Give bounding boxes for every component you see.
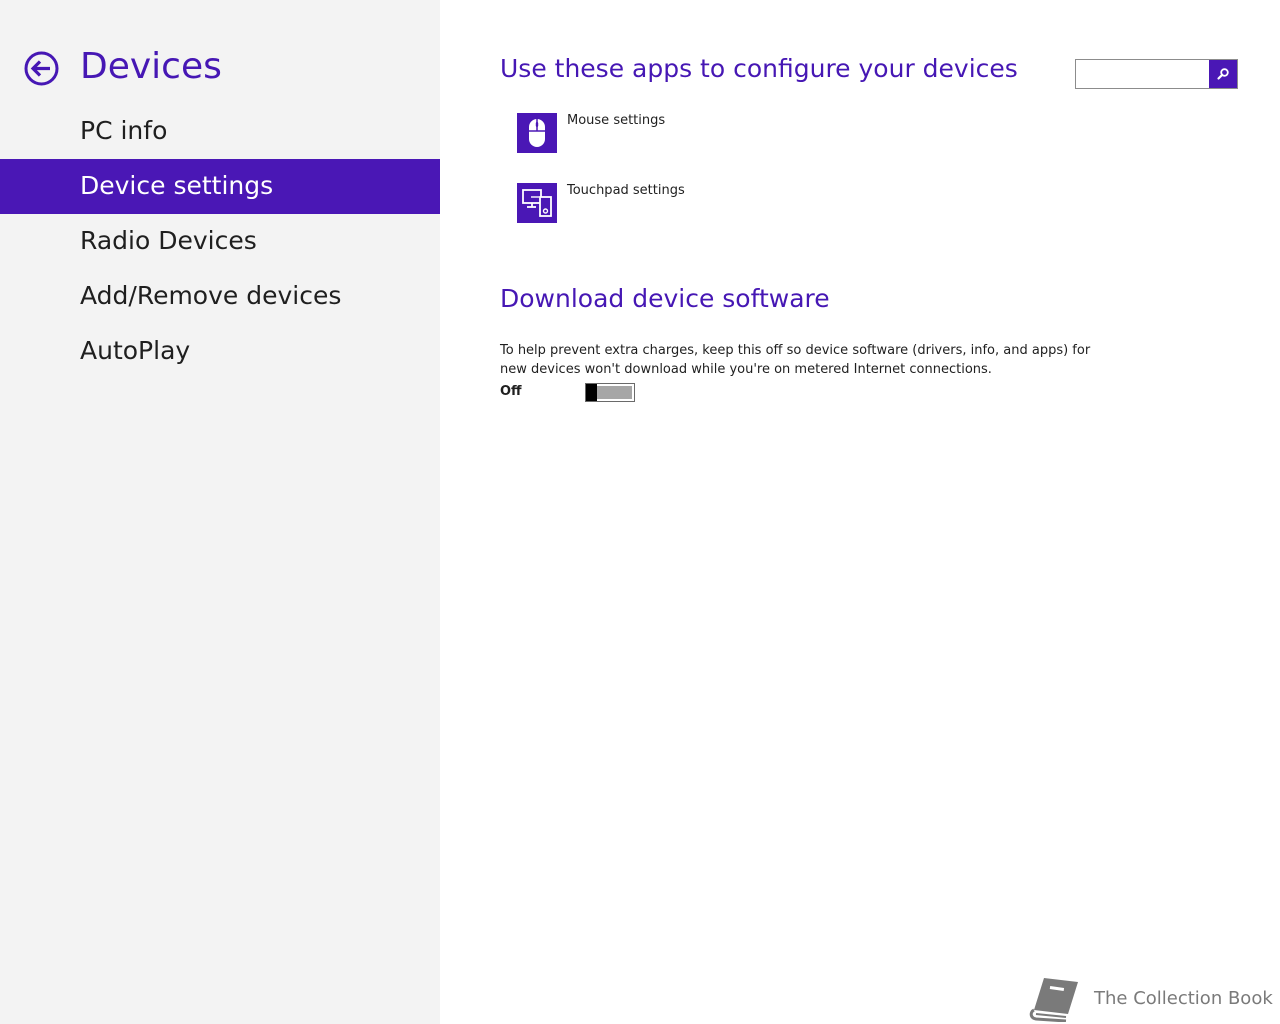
devices-icon	[517, 183, 557, 223]
search-button[interactable]	[1209, 60, 1237, 88]
search-box	[1075, 59, 1238, 89]
download-description: To help prevent extra charges, keep this…	[500, 343, 1091, 377]
back-button[interactable]	[24, 51, 59, 86]
search-icon	[1217, 68, 1229, 80]
touchpad-settings-label: Touchpad settings	[567, 183, 685, 198]
sidebar-item-radio-devices[interactable]: Radio Devices	[0, 214, 440, 269]
watermark: The Collection Book	[1028, 974, 1273, 1022]
main-content: Use these apps to configure your devices	[440, 0, 1280, 1024]
sidebar-nav: PC info Device settings Radio Devices Ad…	[0, 104, 440, 379]
sidebar-item-add-remove-devices[interactable]: Add/Remove devices	[0, 269, 440, 324]
settings-window: Devices PC info Device settings Radio De…	[0, 0, 1280, 1024]
sidebar-item-autoplay[interactable]: AutoPlay	[0, 324, 440, 379]
watermark-text: The Collection Book	[1094, 988, 1273, 1009]
toggle-thumb[interactable]	[586, 384, 597, 401]
search-input[interactable]	[1076, 60, 1209, 88]
sidebar-item-device-settings[interactable]: Device settings	[0, 159, 440, 214]
mouse-icon	[517, 113, 557, 153]
download-section-title: Download device software	[500, 284, 830, 313]
sidebar: Devices PC info Device settings Radio De…	[0, 0, 440, 1024]
book-icon	[1029, 978, 1078, 1022]
sidebar-item-pc-info[interactable]: PC info	[0, 104, 440, 159]
toggle-state-label: Off	[500, 384, 522, 399]
mouse-settings-label: Mouse settings	[567, 113, 666, 128]
page-title: Devices	[80, 46, 222, 87]
download-software-toggle[interactable]	[585, 383, 635, 402]
apps-section-title: Use these apps to configure your devices	[500, 54, 1018, 83]
back-arrow-icon	[24, 51, 59, 86]
